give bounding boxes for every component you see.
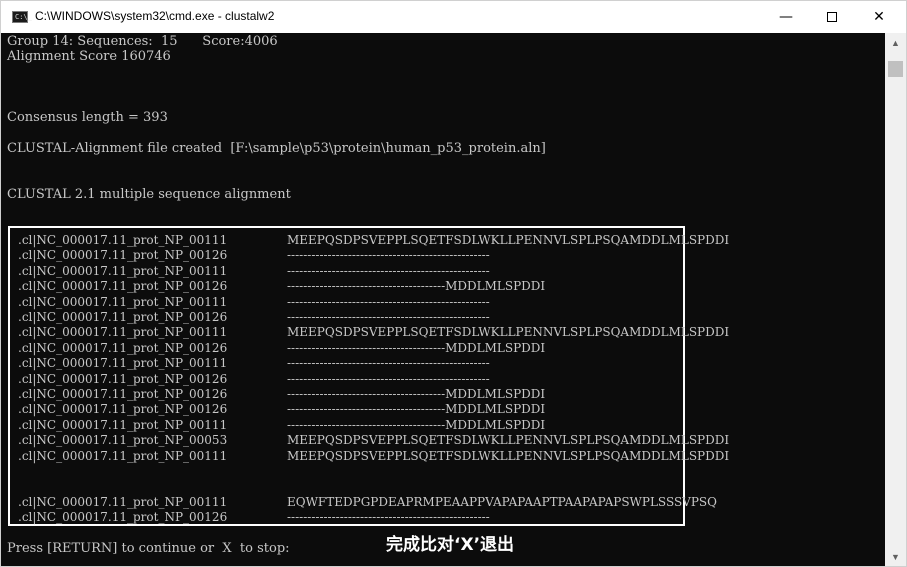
cmd-window: C:\_ C:\WINDOWS\system32\cmd.exe - clust…: [0, 0, 907, 567]
sequence-residues: ----------------------------------------…: [287, 310, 490, 324]
sequence-residues: MEEPQSDPSVEPPLSQETFSDLWKLLPENNVLSPLPSQAM…: [287, 448, 730, 463]
alignment-row: .cl|NC_000017.11_prot_NP_00126 ----------…: [18, 372, 490, 386]
console-line-clustal-header: CLUSTAL 2.1 multiple sequence alignment: [7, 187, 291, 202]
alignment-row: .cl|NC_000017.11_prot_NP_00126 ----------…: [18, 248, 490, 262]
console-line-group-score: Group 14: Sequences: 15 Score:4006: [7, 34, 278, 49]
close-button[interactable]: ✕: [856, 1, 902, 33]
sequence-name: .cl|NC_000017.11_prot_NP_00126: [18, 310, 228, 324]
sequence-residues: EQWFTEDPGPDEAPRMPEAAPPVAPAPAAPTPAAPAPAPS…: [287, 495, 717, 509]
scroll-up-arrow-icon: ▲: [891, 37, 900, 48]
minimize-icon: —: [779, 9, 793, 25]
scroll-down-button[interactable]: ▼: [885, 548, 906, 565]
minimize-button[interactable]: —: [763, 1, 809, 33]
sequence-name: .cl|NC_000017.11_prot_NP_00126: [18, 510, 228, 525]
title-bar[interactable]: C:\_ C:\WINDOWS\system32\cmd.exe - clust…: [1, 1, 906, 33]
window-title: C:\WINDOWS\system32\cmd.exe - clustalw2: [35, 9, 275, 23]
maximize-icon: [827, 12, 837, 22]
alignment-highlight-box: .cl|NC_000017.11_prot_NP_00111 MEEPQSDPSV…: [8, 226, 729, 526]
sequence-residues: MEEPQSDPSVEPPLSQETFSDLWKLLPENNVLSPLPSQAM…: [287, 325, 730, 340]
alignment-row: .cl|NC_000017.11_prot_NP_00126 ----------…: [18, 341, 545, 355]
console-line-consensus-length: Consensus length = 393: [7, 110, 168, 125]
alignment-row: .cl|NC_000017.11_prot_NP_00111 MEEPQSDPSV…: [18, 325, 729, 339]
alignment-row: .cl|NC_000017.11_prot_NP_00126 ----------…: [18, 510, 490, 524]
alignment-row: .cl|NC_000017.11_prot_NP_00111 EQWFTEDPGP…: [18, 495, 717, 509]
continue-prompt: Press [RETURN] to continue or X to stop:: [7, 541, 290, 556]
alignment-row: .cl|NC_000017.11_prot_NP_00126 ----------…: [18, 402, 545, 416]
sequence-name: .cl|NC_000017.11_prot_NP_00126: [18, 402, 228, 417]
alignment-row: .cl|NC_000017.11_prot_NP_00126 ----------…: [18, 387, 545, 401]
sequence-residues: ---------------------------------------M…: [287, 387, 546, 401]
sequence-residues: MEEPQSDPSVEPPLSQETFSDLWKLLPENNVLSPLPSQAM…: [287, 433, 730, 448]
sequence-name: .cl|NC_000017.11_prot_NP_00111: [18, 495, 228, 509]
scroll-up-button[interactable]: ▲: [885, 34, 906, 51]
alignment-row: .cl|NC_000017.11_prot_NP_00126 ----------…: [18, 279, 545, 293]
scroll-down-arrow-icon: ▼: [891, 551, 900, 562]
cmd-app-icon[interactable]: C:\_: [12, 11, 32, 23]
sequence-residues: ---------------------------------------M…: [287, 417, 546, 432]
sequence-name: .cl|NC_000017.11_prot_NP_00111: [18, 417, 228, 432]
sequence-name: .cl|NC_000017.11_prot_NP_00126: [18, 279, 228, 294]
sequence-residues: ----------------------------------------…: [287, 510, 490, 525]
cmd-icon-prompt: C:\_: [15, 13, 32, 21]
console-line-file-created: CLUSTAL-Alignment file created [F:\sampl…: [7, 141, 546, 156]
sequence-residues: ----------------------------------------…: [287, 356, 490, 371]
sequence-residues: ----------------------------------------…: [287, 371, 490, 386]
sequence-residues: ---------------------------------------M…: [287, 402, 546, 417]
sequence-name: .cl|NC_000017.11_prot_NP_00111: [18, 233, 228, 247]
alignment-row: .cl|NC_000017.11_prot_NP_00126 ----------…: [18, 310, 490, 324]
console-line-alignment-score: Alignment Score 160746: [7, 49, 171, 64]
alignment-row: .cl|NC_000017.11_prot_NP_00053 MEEPQSDPSV…: [18, 433, 729, 447]
alignment-row: .cl|NC_000017.11_prot_NP_00111 MEEPQSDPSV…: [18, 233, 729, 247]
alignment-row: .cl|NC_000017.11_prot_NP_00111 ----------…: [18, 295, 490, 309]
scrollbar-thumb[interactable]: [888, 61, 903, 77]
console-output[interactable]: Group 14: Sequences: 15 Score:4006 Align…: [1, 33, 885, 566]
alignment-row: .cl|NC_000017.11_prot_NP_00111 ----------…: [18, 418, 545, 432]
sequence-name: .cl|NC_000017.11_prot_NP_00126: [18, 387, 228, 401]
sequence-name: .cl|NC_000017.11_prot_NP_00053: [18, 433, 228, 448]
sequence-residues: ----------------------------------------…: [287, 294, 490, 309]
alignment-row: .cl|NC_000017.11_prot_NP_00111 ----------…: [18, 264, 490, 278]
vertical-scrollbar[interactable]: ▲ ▼: [885, 33, 906, 566]
sequence-residues: MEEPQSDPSVEPPLSQETFSDLWKLLPENNVLSPLPSQAM…: [287, 233, 730, 247]
sequence-residues: ----------------------------------------…: [287, 248, 490, 263]
maximize-button[interactable]: [809, 1, 855, 33]
sequence-name: .cl|NC_000017.11_prot_NP_00111: [18, 356, 228, 371]
sequence-residues: ---------------------------------------M…: [287, 279, 546, 294]
sequence-name: .cl|NC_000017.11_prot_NP_00126: [18, 371, 228, 386]
sequence-name: .cl|NC_000017.11_prot_NP_00111: [18, 263, 228, 278]
sequence-name: .cl|NC_000017.11_prot_NP_00111: [18, 448, 228, 463]
sequence-name: .cl|NC_000017.11_prot_NP_00111: [18, 294, 228, 309]
alignment-row: .cl|NC_000017.11_prot_NP_00111 ----------…: [18, 356, 490, 370]
sequence-residues: ---------------------------------------M…: [287, 340, 546, 355]
sequence-name: .cl|NC_000017.11_prot_NP_00111: [18, 325, 228, 340]
alignment-row: .cl|NC_000017.11_prot_NP_00111 MEEPQSDPSV…: [18, 449, 729, 463]
close-icon: ✕: [873, 9, 885, 25]
sequence-name: .cl|NC_000017.11_prot_NP_00126: [18, 248, 228, 263]
sequence-residues: ----------------------------------------…: [287, 263, 490, 278]
sequence-name: .cl|NC_000017.11_prot_NP_00126: [18, 340, 228, 355]
annotation-label: 完成比对‘X’退出: [386, 535, 515, 555]
